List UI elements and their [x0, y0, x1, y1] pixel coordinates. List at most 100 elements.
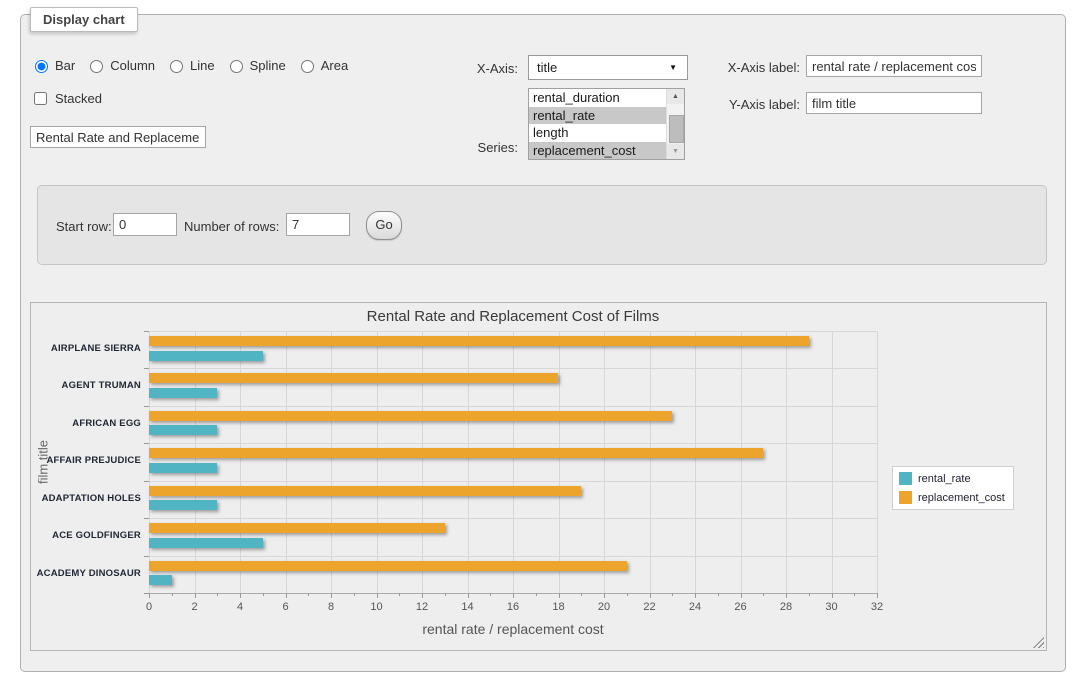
radio-label: Bar [55, 58, 75, 73]
y-axis-tick [144, 593, 149, 594]
chevron-down-icon: ▼ [669, 63, 677, 72]
gridline-vertical [559, 331, 560, 593]
bar-rental_rate [149, 388, 217, 398]
x-axis-tick [695, 593, 696, 598]
x-axis-tick [650, 593, 651, 598]
legend-item-replacement_cost[interactable]: replacement_cost [899, 491, 1005, 504]
x-axis-tick [763, 593, 764, 596]
y-axis-tick [144, 556, 149, 557]
y-category-label: AIRPLANE SIERRA [31, 343, 141, 354]
x-tick-label: 28 [768, 601, 804, 613]
resize-grip-icon[interactable] [1033, 637, 1044, 648]
radio-line[interactable] [170, 60, 183, 73]
scroll-up-icon[interactable]: ▲ [667, 89, 684, 104]
radio-bar[interactable] [35, 60, 48, 73]
radio-label: Area [321, 58, 348, 73]
go-button[interactable]: Go [366, 211, 402, 240]
scroll-down-icon[interactable]: ▼ [667, 144, 684, 159]
chart-type-radio-column[interactable]: Column [85, 57, 155, 73]
gridline-horizontal [149, 406, 877, 407]
radio-label: Line [190, 58, 215, 73]
x-axis-title: rental rate / replacement cost [149, 621, 877, 637]
start-row-input[interactable] [113, 213, 177, 236]
series-option-rental_rate[interactable]: rental_rate [529, 107, 667, 125]
gridline-vertical [695, 331, 696, 593]
x-tick-label: 14 [450, 601, 486, 613]
x-axis-tick [581, 593, 582, 596]
x-axis-select[interactable]: title ▼ [528, 55, 688, 80]
x-axis-label-input[interactable] [806, 55, 982, 77]
x-tick-label: 26 [723, 601, 759, 613]
chart-type-radio-line[interactable]: Line [165, 57, 215, 73]
chart-title: Rental Rate and Replacement Cost of Film… [149, 308, 877, 325]
chart-title-input[interactable] [30, 126, 206, 148]
y-axis-tick [144, 481, 149, 482]
x-tick-label: 12 [404, 601, 440, 613]
gridline-vertical [331, 331, 332, 593]
gridline-vertical [604, 331, 605, 593]
bar-rental_rate [149, 575, 172, 585]
legend-label: rental_rate [918, 473, 971, 485]
x-tick-label: 30 [814, 601, 850, 613]
x-axis-tick [854, 593, 855, 596]
gridline-horizontal [149, 368, 877, 369]
series-list-label: Series: [418, 140, 518, 155]
bar-rental_rate [149, 351, 263, 361]
y-axis-label-input[interactable] [806, 92, 982, 114]
series-option-length[interactable]: length [529, 124, 667, 142]
x-axis-label-field-label: X-Axis label: [700, 60, 800, 75]
x-axis-tick [377, 593, 378, 598]
y-category-label: ACADEMY DINOSAUR [31, 568, 141, 579]
num-rows-input[interactable] [286, 213, 350, 236]
bar-replacement_cost [149, 373, 558, 383]
gridline-vertical [786, 331, 787, 593]
gridline-vertical [877, 331, 878, 593]
chart-container: Rental Rate and Replacement Cost of Film… [30, 302, 1047, 651]
x-axis-tick [422, 593, 423, 598]
x-tick-label: 4 [222, 601, 258, 613]
legend-swatch-icon [899, 472, 912, 485]
stacked-checkbox-row[interactable]: Stacked [30, 89, 102, 108]
start-row-label: Start row: [56, 219, 112, 234]
radio-spline[interactable] [230, 60, 243, 73]
gridline-horizontal [149, 556, 877, 557]
x-axis-tick [195, 593, 196, 598]
y-axis-label-field-label: Y-Axis label: [700, 97, 800, 112]
chart-type-radio-bar[interactable]: Bar [30, 57, 75, 73]
x-axis-tick [877, 593, 878, 598]
legend-item-rental_rate[interactable]: rental_rate [899, 472, 1005, 485]
x-axis-tick [240, 593, 241, 598]
x-axis-tick [513, 593, 514, 598]
radio-area[interactable] [301, 60, 314, 73]
x-axis-tick [627, 593, 628, 596]
x-axis-tick [604, 593, 605, 598]
gridline-vertical [286, 331, 287, 593]
series-multiselect[interactable]: ▲ ▼ rental_durationrental_ratelengthrepl… [528, 88, 685, 160]
x-axis-tick [786, 593, 787, 598]
y-axis-tick [144, 518, 149, 519]
bar-replacement_cost [149, 448, 763, 458]
series-option-replacement_cost[interactable]: replacement_cost [529, 142, 667, 160]
stacked-checkbox[interactable] [34, 92, 47, 105]
gridline-vertical [240, 331, 241, 593]
x-axis-tick [559, 593, 560, 598]
x-axis-tick [331, 593, 332, 598]
x-tick-label: 0 [131, 601, 167, 613]
x-tick-label: 18 [541, 601, 577, 613]
y-axis-tick [144, 331, 149, 332]
x-axis-tick [832, 593, 833, 598]
series-option-rental_duration[interactable]: rental_duration [529, 89, 667, 107]
chart-type-radio-group: Bar Column Line Spline Area [30, 57, 348, 73]
y-axis-tick [144, 406, 149, 407]
x-tick-label: 8 [313, 601, 349, 613]
radio-column[interactable] [90, 60, 103, 73]
x-axis-tick [445, 593, 446, 596]
x-tick-label: 22 [632, 601, 668, 613]
bar-replacement_cost [149, 561, 627, 571]
scrollbar[interactable]: ▲ ▼ [666, 89, 684, 159]
scrollbar-thumb[interactable] [669, 115, 684, 143]
gridline-vertical [650, 331, 651, 593]
chart-legend: rental_rate replacement_cost [892, 466, 1014, 510]
chart-type-radio-area[interactable]: Area [296, 57, 348, 73]
chart-type-radio-spline[interactable]: Spline [225, 57, 286, 73]
